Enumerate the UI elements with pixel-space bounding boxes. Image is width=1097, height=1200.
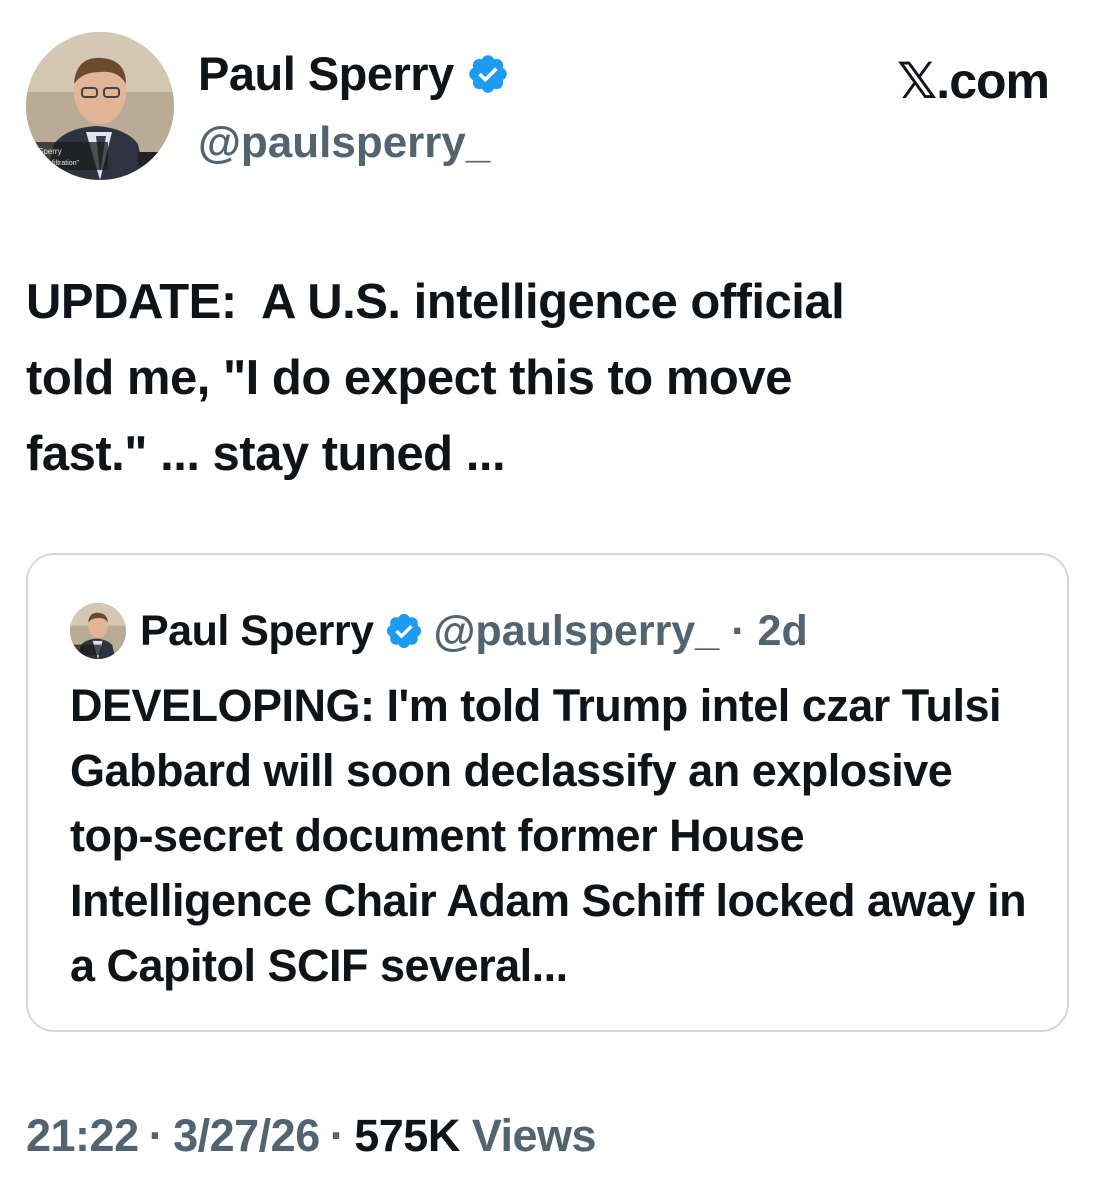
tweet-time[interactable]: 21:22 [26, 1110, 139, 1162]
tweet-date[interactable]: 3/27/26 [173, 1110, 320, 1162]
quoted-author-display-name[interactable]: Paul Sperry [140, 607, 374, 656]
quoted-tweet-card[interactable]: Paul Sperry @paulsperry_ · 2d DEVELOPING… [26, 553, 1069, 1032]
avatar-caption-line1: l Sperry [34, 147, 62, 156]
meta-separator: · [148, 1110, 164, 1161]
quoted-author-handle[interactable]: @paulsperry_ [434, 607, 720, 656]
author-display-name[interactable]: Paul Sperry [198, 46, 454, 101]
quoted-avatar-photo [70, 603, 126, 659]
views-count: 575K [354, 1110, 460, 1161]
tweet-header: l Sperry or, "Infiltration" Paul Sperry … [26, 32, 1071, 182]
quoted-verified-badge-icon [384, 611, 424, 651]
avatar-photo: l Sperry or, "Infiltration" [26, 32, 174, 180]
quoted-author-avatar[interactable] [70, 603, 126, 659]
quoted-separator: · [731, 606, 746, 655]
tweet-meta: 21:22 · 3/27/26 · 575K Views [26, 1110, 597, 1162]
site-label: 𝕏.com [897, 53, 1050, 109]
views-label: Views [471, 1110, 597, 1161]
author-name-row: Paul Sperry [198, 46, 510, 101]
quoted-tweet-header: Paul Sperry @paulsperry_ · 2d [70, 603, 808, 659]
quoted-timestamp[interactable]: 2d [758, 607, 808, 656]
author-handle[interactable]: @paulsperry_ [198, 118, 490, 168]
verified-badge-icon [466, 52, 510, 96]
avatar-caption-line2: or, "Infiltration" [34, 160, 80, 167]
meta-separator: · [329, 1110, 345, 1161]
quoted-tweet-text: DEVELOPING: I'm told Trump intel czar Tu… [70, 680, 1027, 991]
author-avatar[interactable]: l Sperry or, "Infiltration" [26, 32, 174, 180]
tweet-text: UPDATE: A U.S. intelligence official tol… [26, 275, 845, 481]
